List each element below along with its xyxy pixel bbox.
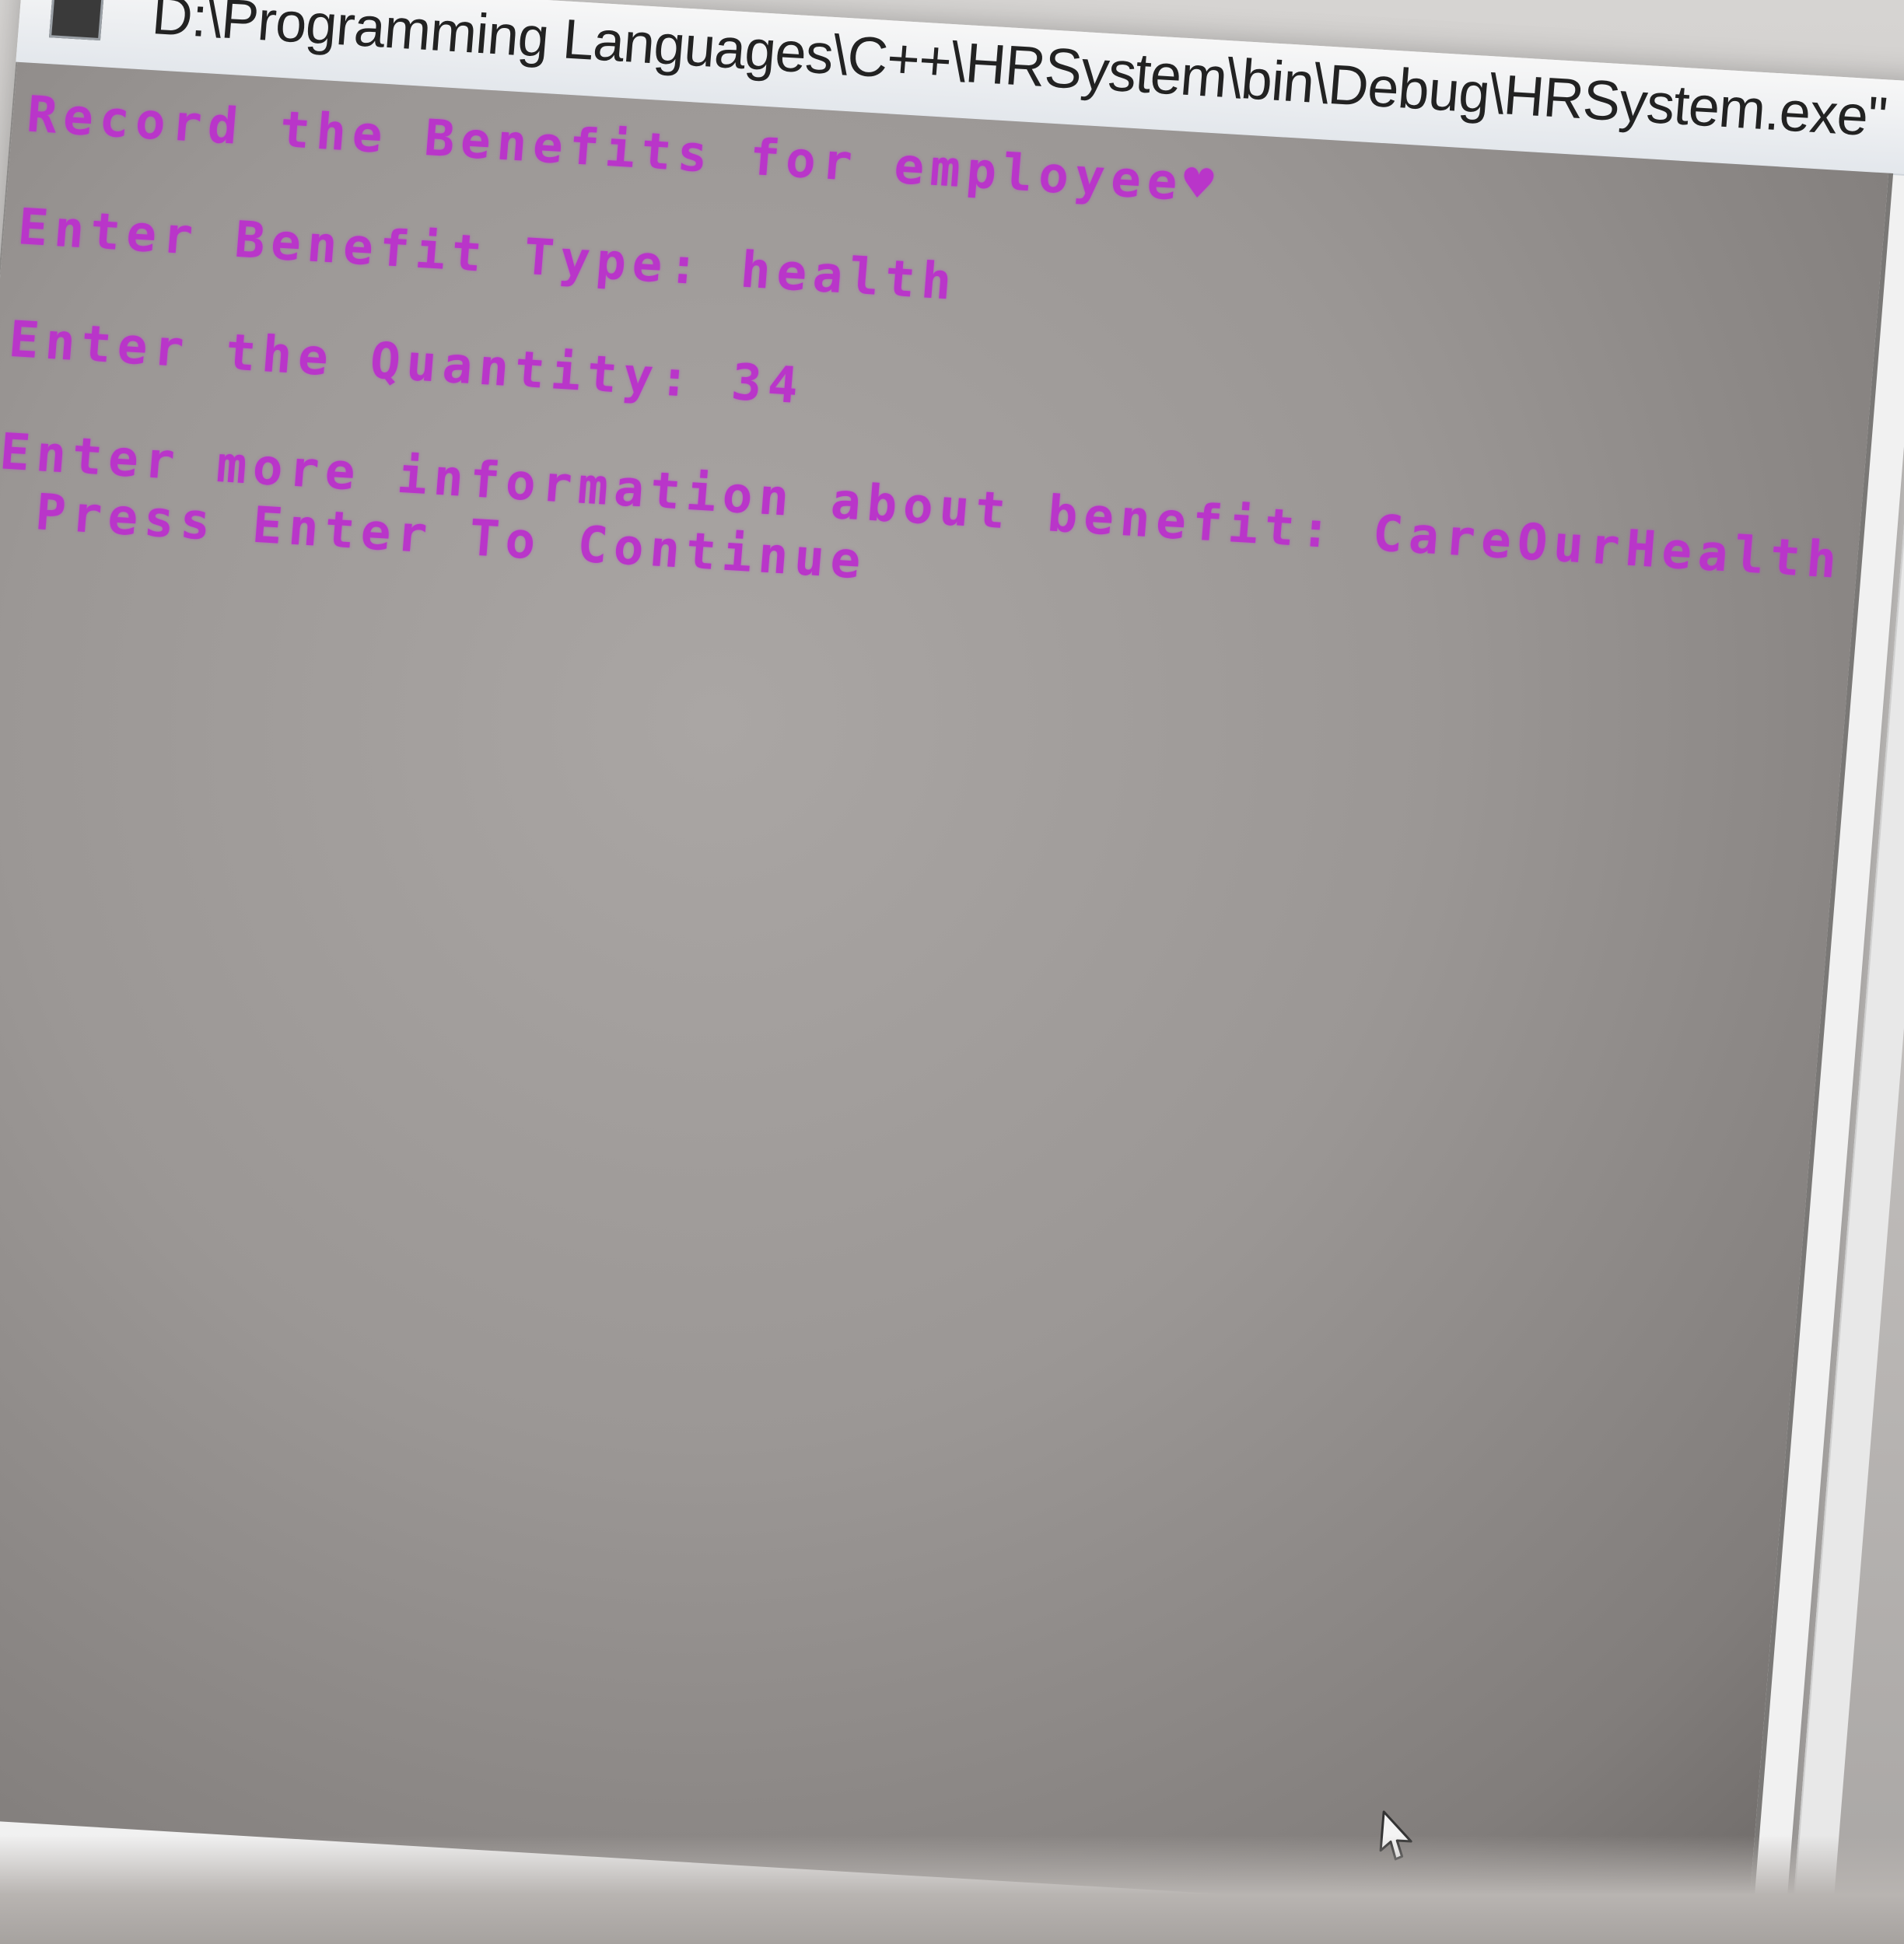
console-app-icon: [49, 0, 104, 41]
screen-bezel-shade: [0, 1835, 1904, 1944]
console-line-benefit-type: Enter Benefit Type: health: [16, 198, 960, 312]
console-window: D:\Programming Languages\C++\HRSystem\bi…: [0, 0, 1904, 1944]
console-line-quantity: Enter the Quantity: 34: [6, 310, 807, 416]
console-output-area[interactable]: Record the Benefits for employee♥ Enter …: [0, 61, 1894, 1926]
photo-stage: D:\Programming Languages\C++\HRSystem\bi…: [0, 0, 1904, 1944]
